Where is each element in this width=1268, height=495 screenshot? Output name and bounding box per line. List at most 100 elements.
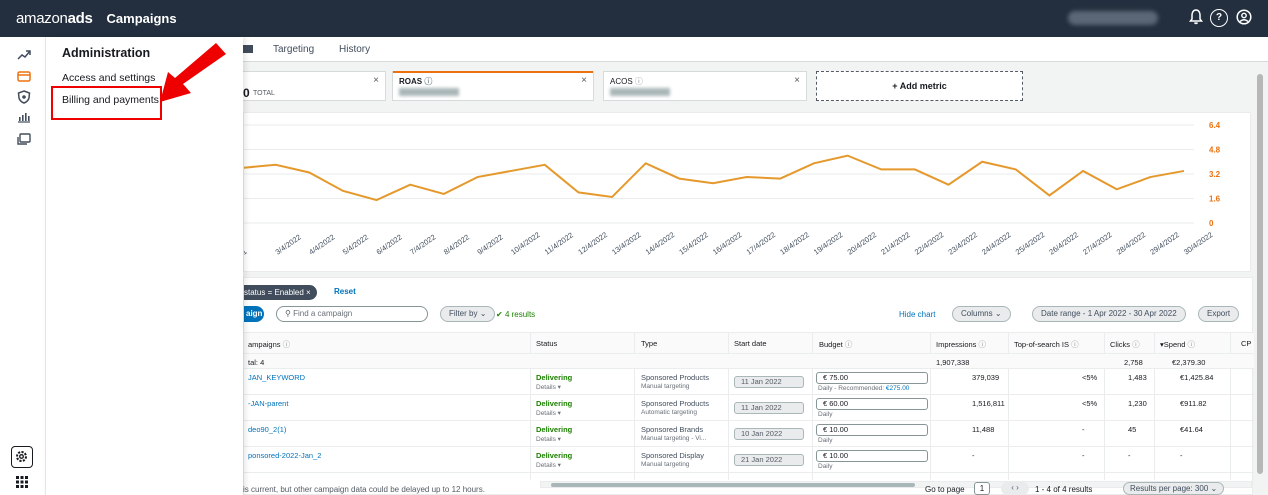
campaign-name-link[interactable]: ponsored-2022-Jan_2	[248, 451, 321, 460]
x-tick-label: 11/4/2022	[543, 230, 575, 256]
clicks-value: -	[1128, 451, 1131, 460]
header-cpc[interactable]: CP	[1241, 339, 1251, 348]
search-input[interactable]: ⚲ Find a campaign	[276, 306, 428, 322]
gear-icon	[16, 451, 27, 462]
metric-card-roas[interactable]: ROAS ⓘ ×	[392, 71, 594, 101]
page-input[interactable]: 1	[974, 482, 990, 495]
bar-chart-icon[interactable]	[16, 111, 32, 125]
highlight-box	[51, 86, 162, 120]
targeting-type: Manual targeting - Vi...	[641, 435, 707, 442]
metric-name: ROAS ⓘ	[399, 77, 433, 86]
columns-dropdown[interactable]: Columns ⌄	[952, 306, 1011, 322]
y-tick-label: 1.6	[1209, 195, 1221, 204]
help-icon[interactable]: ?	[1210, 9, 1228, 27]
table-row: deo90_2(1) Delivering Details ▾ Sponsored B…	[244, 421, 1254, 447]
date-range-button[interactable]: Date range - 1 Apr 2022 - 30 Apr 2022	[1032, 306, 1186, 322]
total-clicks: 2,758	[1124, 358, 1143, 367]
header-start-date[interactable]: Start date	[734, 339, 767, 348]
header-status[interactable]: Status	[536, 339, 557, 348]
start-date-field[interactable]: 11 Jan 2022	[734, 376, 804, 388]
header-clicks[interactable]: Clicks ⓘ	[1110, 339, 1140, 350]
campaign-table-panel: status = Enabled × Reset aign ⚲ Find a c…	[243, 277, 1254, 495]
app-title[interactable]: Campaigns	[107, 11, 177, 26]
details-dropdown[interactable]: Details ▾	[536, 383, 561, 391]
total-row: tal: 4 1,907,338 2,758 €2,379.30	[244, 354, 1254, 369]
details-dropdown[interactable]: Details ▾	[536, 435, 561, 443]
top-of-search-value: -	[1082, 425, 1085, 434]
x-tick-label: 23/4/2022	[946, 230, 979, 257]
metric-card-1[interactable]: × 0 TOTAL	[242, 71, 386, 101]
x-tick-label: 26/4/2022	[1047, 230, 1080, 257]
export-button[interactable]: Export	[1198, 306, 1240, 322]
close-icon[interactable]: ×	[794, 75, 800, 86]
x-tick-label: 13/4/2022	[610, 230, 643, 257]
chart-svg: 6.44.83.21.601 3/4/2022 4/4/2022 5/4/2022 6/…	[240, 121, 1221, 257]
x-tick-label: 29/4/2022	[1148, 230, 1181, 257]
scrollbar-thumb[interactable]	[1257, 74, 1263, 474]
x-tick-label: 28/4/2022	[1115, 230, 1148, 257]
budget-note: Daily	[818, 411, 833, 418]
results-per-page-dropdown[interactable]: Results per page: 300 ⌄	[1123, 482, 1225, 495]
add-metric-button[interactable]: + Add metric	[816, 71, 1023, 101]
header-top-of-search[interactable]: Top-of-search IS ⓘ	[1014, 339, 1079, 350]
tab-history[interactable]: History	[339, 44, 370, 55]
campaign-name-link[interactable]: -JAN-parent	[248, 399, 288, 408]
header-campaigns[interactable]: ampaigns ⓘ	[248, 339, 290, 350]
clicks-value: 1,230	[1128, 399, 1147, 408]
red-arrow-annotation	[160, 43, 226, 102]
budget-input[interactable]: € 10.00	[816, 450, 928, 462]
x-tick-label: 9/4/2022	[475, 233, 504, 257]
header-impressions[interactable]: Impressions ⓘ	[936, 339, 986, 350]
amazon-ads-logo[interactable]: amazonads	[16, 10, 93, 27]
budget-input[interactable]: € 10.00	[816, 424, 928, 436]
filter-chip[interactable]: status = Enabled ×	[244, 285, 317, 300]
budget-note: Daily - Recommended: €275.00	[818, 385, 910, 392]
y-tick-label: 6.4	[1209, 121, 1221, 130]
filter-by-dropdown[interactable]: Filter by ⌄	[440, 306, 496, 322]
media-icon[interactable]	[16, 133, 32, 147]
start-date-field[interactable]: 11 Jan 2022	[734, 402, 804, 414]
campaign-name-link[interactable]: JAN_KEYWORD	[248, 373, 305, 382]
spend-value: €911.82	[1180, 399, 1207, 408]
hide-chart-link[interactable]: Hide chart	[899, 310, 935, 319]
spend-value: -	[1180, 451, 1183, 460]
budget-input[interactable]: € 60.00	[816, 398, 928, 410]
targeting-type: Manual targeting	[641, 461, 690, 468]
metric-card-acos[interactable]: ACOS ⓘ ×	[603, 71, 807, 101]
apps-grid-icon[interactable]	[15, 475, 29, 489]
x-tick-label: 22/4/2022	[913, 230, 946, 257]
close-icon[interactable]: ×	[581, 75, 587, 86]
shield-icon[interactable]	[16, 90, 32, 104]
reset-link[interactable]: Reset	[334, 287, 356, 296]
tab-fragment	[243, 45, 253, 53]
budget-input[interactable]: € 75.00	[816, 372, 928, 384]
top-of-search-value: <5%	[1082, 373, 1098, 382]
campaign-name-link[interactable]: deo90_2(1)	[248, 425, 286, 434]
pagination-arrows[interactable]: ‹ ›	[1001, 482, 1029, 495]
settings-button[interactable]	[11, 446, 33, 468]
bell-icon[interactable]	[1187, 9, 1205, 27]
x-tick-label: 4/4/2022	[307, 233, 336, 257]
tab-targeting[interactable]: Targeting	[273, 44, 314, 55]
card-icon[interactable]	[16, 70, 32, 84]
details-dropdown[interactable]: Details ▾	[536, 409, 561, 417]
x-tick-label: 5/4/2022	[341, 233, 370, 257]
metric-value: 0	[243, 86, 250, 100]
recommended-budget-link[interactable]: €275.00	[886, 385, 910, 392]
details-dropdown[interactable]: Details ▾	[536, 461, 561, 469]
start-date-field[interactable]: 21 Jan 2022	[734, 454, 804, 466]
menu-item-access-and-settings[interactable]: Access and settings	[62, 72, 155, 84]
start-date-field[interactable]: 10 Jan 2022	[734, 428, 804, 440]
account-name-blurred[interactable]	[1068, 11, 1158, 25]
y-tick-label: 0	[1209, 219, 1214, 228]
vertical-scrollbar[interactable]	[1254, 62, 1266, 482]
create-campaign-button[interactable]: aign	[244, 306, 264, 322]
roas-series-line[interactable]	[241, 154, 1185, 202]
close-icon[interactable]: ×	[373, 75, 379, 86]
header-type[interactable]: Type	[641, 339, 657, 348]
header-budget[interactable]: Budget ⓘ	[819, 339, 852, 350]
account-icon[interactable]	[1235, 9, 1253, 27]
trend-icon[interactable]	[16, 49, 32, 63]
header-spend[interactable]: ▾Spend ⓘ	[1160, 339, 1195, 350]
table-row: -JAN-parent Delivering Details ▾ Sponsored …	[244, 395, 1254, 421]
